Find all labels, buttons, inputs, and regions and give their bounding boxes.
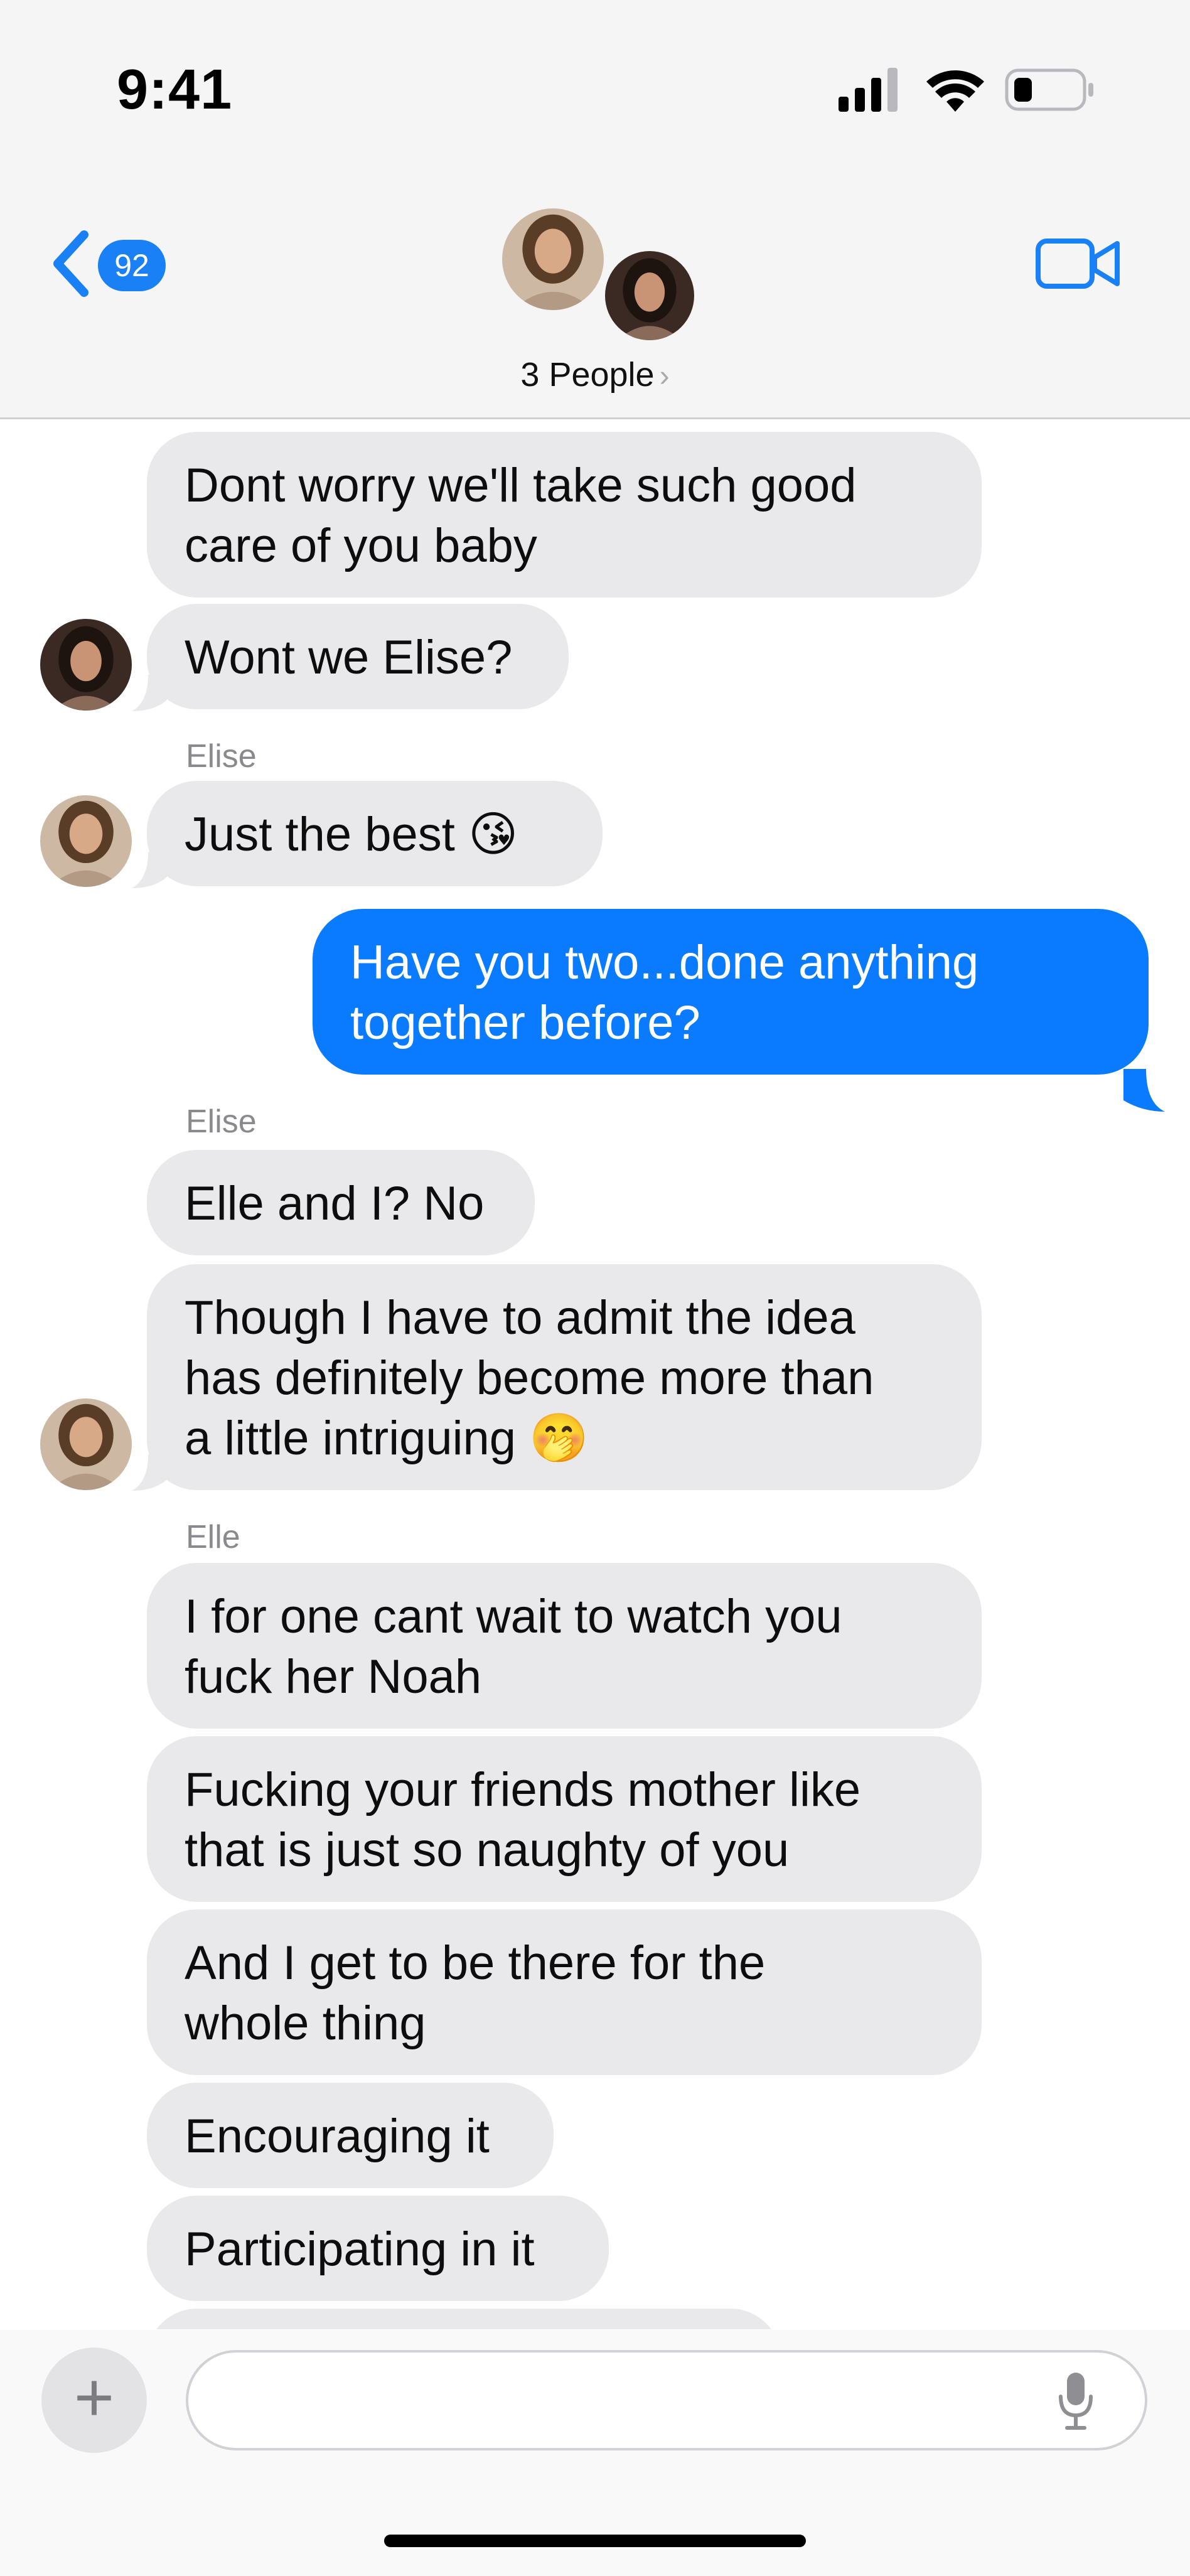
message-bubble-incoming[interactable]: Elle and I? No bbox=[147, 1150, 535, 1255]
avatar bbox=[40, 619, 132, 711]
wifi-icon bbox=[926, 70, 984, 112]
home-indicator[interactable] bbox=[384, 2535, 806, 2547]
message-bubble-incoming[interactable]: I for one cant wait to watch you fuck he… bbox=[147, 1563, 982, 1729]
group-avatars[interactable] bbox=[500, 206, 700, 344]
status-time: 9:41 bbox=[117, 58, 233, 121]
group-info-link[interactable]: 3 People › bbox=[0, 355, 1190, 394]
message-bubble-incoming[interactable] bbox=[147, 2309, 781, 2329]
avatar-elise bbox=[500, 206, 606, 313]
message-list[interactable]: Dont worry we'll take such good care of … bbox=[0, 421, 1190, 2329]
message-bubble-incoming[interactable]: Encouraging it bbox=[147, 2083, 554, 2188]
sender-name: Elle bbox=[186, 1519, 240, 1555]
avatar bbox=[40, 795, 132, 887]
battery-icon bbox=[1005, 68, 1093, 111]
message-bubble-incoming[interactable]: Just the best 😘 bbox=[147, 781, 603, 886]
unread-badge[interactable]: 92 bbox=[98, 240, 166, 291]
microphone-icon[interactable] bbox=[1057, 2371, 1095, 2432]
sender-name: Elise bbox=[186, 738, 257, 775]
message-input[interactable] bbox=[186, 2350, 1147, 2450]
message-bubble-outgoing[interactable]: Have you two...done anything together be… bbox=[313, 909, 1149, 1075]
avatar bbox=[40, 1398, 132, 1490]
back-chevron-icon bbox=[53, 230, 88, 297]
chevron-right-icon: › bbox=[659, 360, 670, 393]
signal-icon bbox=[839, 68, 898, 112]
plus-icon[interactable]: + bbox=[41, 2348, 147, 2453]
message-bubble-incoming[interactable]: Wont we Elise? bbox=[147, 604, 569, 709]
avatar-elle bbox=[603, 249, 697, 343]
sender-name: Elise bbox=[186, 1103, 257, 1140]
group-label: 3 People bbox=[520, 356, 655, 394]
message-bubble-incoming[interactable]: And I get to be there for the whole thin… bbox=[147, 1909, 982, 2075]
message-bubble-incoming[interactable]: Dont worry we'll take such good care of … bbox=[147, 432, 982, 598]
video-camera-icon[interactable] bbox=[1034, 232, 1122, 295]
status-icons bbox=[839, 68, 1093, 112]
message-bubble-incoming[interactable]: Though I have to admit the idea has defi… bbox=[147, 1264, 982, 1490]
message-bubble-incoming[interactable]: Participating in it bbox=[147, 2196, 609, 2301]
bubble-tail bbox=[1123, 1069, 1165, 1112]
message-bubble-incoming[interactable]: Fucking your friends mother like that is… bbox=[147, 1736, 982, 1902]
conversation-header: 9:41 92 3 People › bbox=[0, 0, 1190, 419]
